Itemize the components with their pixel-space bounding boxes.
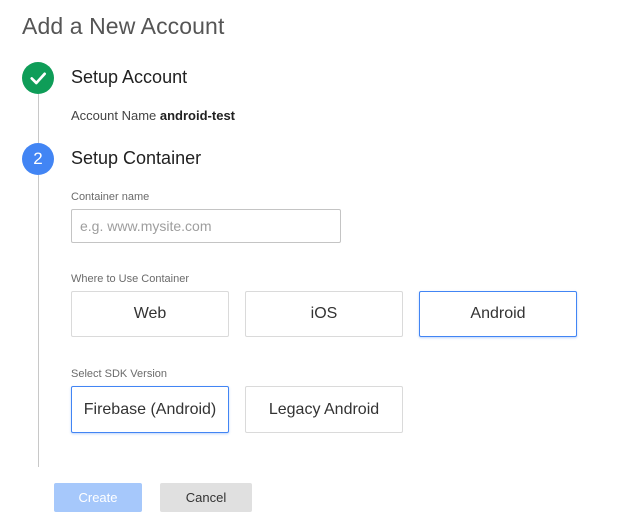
- option-web[interactable]: Web: [71, 291, 229, 337]
- option-legacy-android[interactable]: Legacy Android: [245, 386, 403, 433]
- account-name-label: Account Name: [71, 108, 157, 123]
- container-name-input[interactable]: [71, 209, 341, 243]
- stepper-line: [38, 94, 39, 143]
- sdk-version-label: Select SDK Version: [71, 368, 167, 380]
- option-firebase-android[interactable]: Firebase (Android): [71, 386, 229, 433]
- container-name-label: Container name: [71, 191, 150, 203]
- account-name-line: Account Name android-test: [71, 108, 235, 123]
- step-number-badge: 2: [22, 143, 54, 175]
- account-name-value: android-test: [159, 108, 236, 123]
- cancel-button[interactable]: Cancel: [160, 483, 252, 512]
- step-title-setup-container: Setup Container: [71, 148, 202, 168]
- option-ios[interactable]: iOS: [245, 291, 403, 337]
- step-title-setup-account: Setup Account: [71, 67, 188, 87]
- create-button[interactable]: Create: [54, 483, 142, 512]
- check-icon: [30, 72, 47, 85]
- option-android[interactable]: Android: [419, 291, 577, 337]
- where-to-use-label: Where to Use Container: [71, 273, 189, 285]
- stepper-line: [38, 175, 39, 467]
- step-done-badge: [22, 62, 54, 94]
- page-title: Add a New Account: [22, 13, 225, 39]
